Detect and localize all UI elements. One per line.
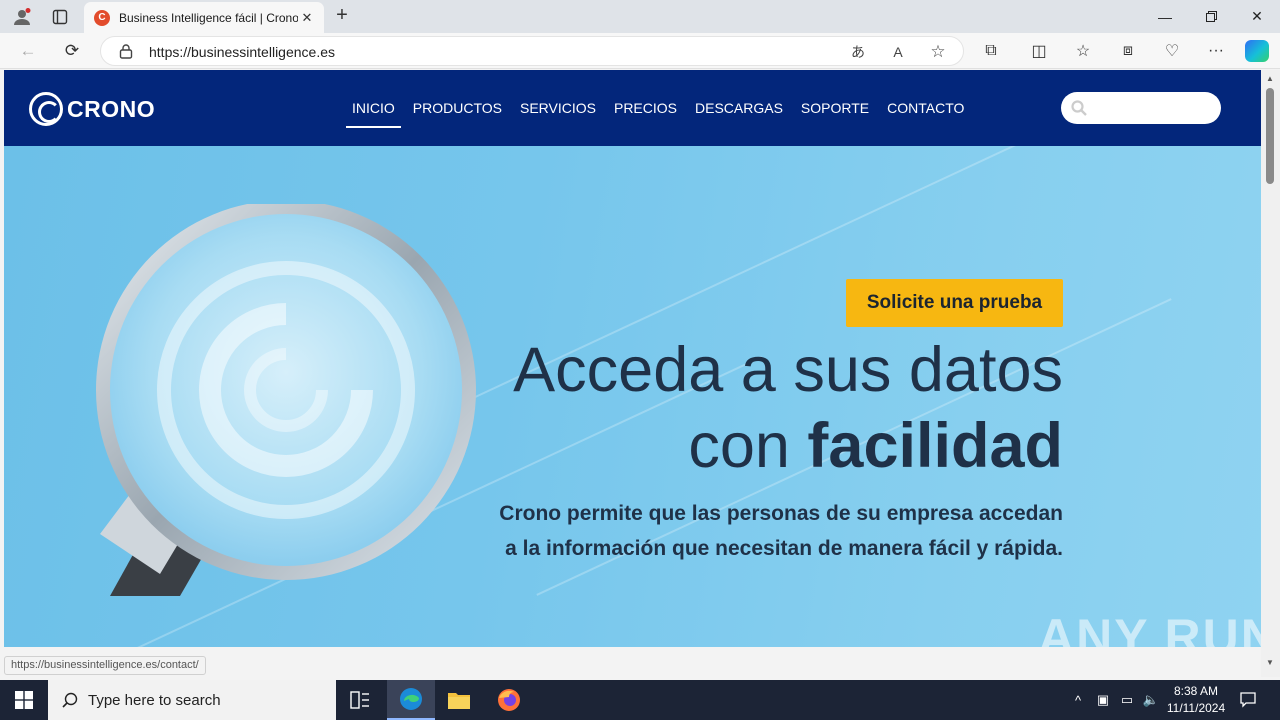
headline-line-2-prefix: con	[688, 411, 808, 481]
volume-icon[interactable]: 🔈	[1141, 680, 1161, 720]
network-icon[interactable]: ▭	[1117, 680, 1137, 720]
taskbar-search-text: Type here to search	[88, 691, 221, 709]
search-icon	[62, 692, 78, 708]
nav-item-precios[interactable]: PRECIOS	[608, 70, 683, 146]
url-text: https://businessintelligence.es	[149, 44, 335, 60]
url-field[interactable]: https://businessintelligence.es あ A ☆	[100, 36, 964, 66]
translate-icon[interactable]: あ	[847, 41, 869, 63]
page-scrollbar[interactable]: ▲ ▼	[1261, 70, 1280, 677]
back-icon[interactable]: ←	[14, 38, 42, 64]
scroll-down-icon[interactable]: ▼	[1265, 658, 1275, 667]
nav-item-descargas[interactable]: DESCARGAS	[689, 70, 789, 146]
magnifying-glass-image	[96, 204, 476, 596]
scrollbar-thumb[interactable]	[1266, 88, 1274, 184]
nav-item-soporte[interactable]: SOPORTE	[795, 70, 875, 146]
crono-favicon-icon: C	[94, 9, 110, 26]
headline-emphasis: facilidad	[807, 411, 1063, 481]
show-hidden-icons-icon[interactable]: ^	[1068, 680, 1088, 720]
favorite-star-icon[interactable]: ☆	[927, 41, 949, 63]
edge-taskbar-icon[interactable]	[387, 680, 435, 720]
taskbar-search-input[interactable]: Type here to search	[48, 680, 336, 720]
task-view-icon[interactable]	[336, 680, 384, 720]
windows-start-icon[interactable]	[0, 680, 48, 720]
browser-essentials-icon[interactable]: ♡	[1160, 40, 1184, 62]
site-search-input[interactable]	[1061, 92, 1221, 124]
headline-line-2: con facilidad	[513, 408, 1063, 484]
hero-headline: Acceda a sus datos con facilidad	[513, 332, 1063, 484]
nav-item-productos[interactable]: PRODUCTOS	[407, 70, 508, 146]
windows-taskbar: Type here to search ^ ▣ ▭ 🔈 8:38 AM 11/1…	[0, 680, 1280, 720]
refresh-icon[interactable]: ⟳	[58, 38, 86, 64]
subtext-line-2: a la información que necesitan de manera…	[505, 537, 1063, 560]
crono-logo[interactable]: CRONO	[29, 92, 155, 126]
close-window-icon[interactable]: ✕	[1234, 0, 1280, 33]
browser-tab[interactable]: C Business Intelligence fácil | Crono ✕	[84, 2, 324, 33]
scroll-up-icon[interactable]: ▲	[1265, 74, 1275, 83]
new-tab-icon[interactable]: +	[330, 4, 354, 27]
lock-icon[interactable]	[119, 43, 133, 59]
crono-logo-icon	[29, 92, 63, 126]
nav-item-servicios[interactable]: SERVICIOS	[514, 70, 602, 146]
anyrun-watermark: ANY RUN	[1038, 609, 1261, 647]
status-bar-url: https://businessintelligence.es/contact/	[4, 656, 206, 675]
hero-banner: Solicite una prueba Acceda a sus datos c…	[4, 146, 1261, 647]
clock-time: 8:38 AM	[1173, 684, 1219, 698]
clock-date: 11/11/2024	[1166, 701, 1226, 715]
address-bar: ← ⟳ https://businessintelligence.es あ A …	[0, 33, 1280, 69]
file-explorer-icon[interactable]	[435, 680, 483, 720]
main-nav: INICIO PRODUCTOS SERVICIOS PRECIOS DESCA…	[346, 70, 976, 146]
tab-bar: C Business Intelligence fácil | Crono ✕ …	[0, 0, 1280, 33]
profile-icon[interactable]	[10, 5, 34, 29]
read-aloud-icon[interactable]: A	[887, 41, 909, 63]
nav-item-contacto[interactable]: CONTACTO	[881, 70, 970, 146]
split-screen-icon[interactable]: ◫	[1027, 40, 1051, 62]
close-tab-icon[interactable]: ✕	[298, 10, 316, 26]
restore-icon[interactable]	[1188, 0, 1234, 33]
collections-icon[interactable]: ⧈	[1116, 40, 1140, 62]
extensions-icon[interactable]: ⧉	[979, 40, 1003, 62]
notifications-icon[interactable]	[1236, 680, 1260, 720]
site-header: CRONO INICIO PRODUCTOS SERVICIOS PRECIOS…	[4, 70, 1261, 146]
subtext-line-1: Crono permite que las personas de su emp…	[499, 502, 1063, 525]
more-options-icon[interactable]: ···	[1204, 40, 1228, 62]
page-viewport: CRONO INICIO PRODUCTOS SERVICIOS PRECIOS…	[4, 70, 1261, 647]
logo-text: CRONO	[67, 95, 156, 122]
system-clock[interactable]: 8:38 AM 11/11/2024	[1160, 683, 1232, 717]
copilot-icon[interactable]	[1245, 40, 1269, 62]
nav-item-inicio[interactable]: INICIO	[346, 70, 401, 146]
minimize-icon[interactable]: —	[1142, 0, 1188, 33]
headline-line-1: Acceda a sus datos	[513, 335, 1063, 405]
search-icon	[1071, 100, 1087, 116]
request-trial-button[interactable]: Solicite una prueba	[846, 279, 1063, 327]
tab-actions-icon[interactable]	[48, 5, 72, 29]
tab-title: Business Intelligence fácil | Crono	[119, 10, 298, 25]
favorites-icon[interactable]: ☆	[1071, 40, 1095, 62]
network-device-icon[interactable]: ▣	[1093, 680, 1113, 720]
hero-subtext: Crono permite que las personas de su emp…	[499, 496, 1063, 566]
firefox-icon[interactable]	[485, 680, 533, 720]
